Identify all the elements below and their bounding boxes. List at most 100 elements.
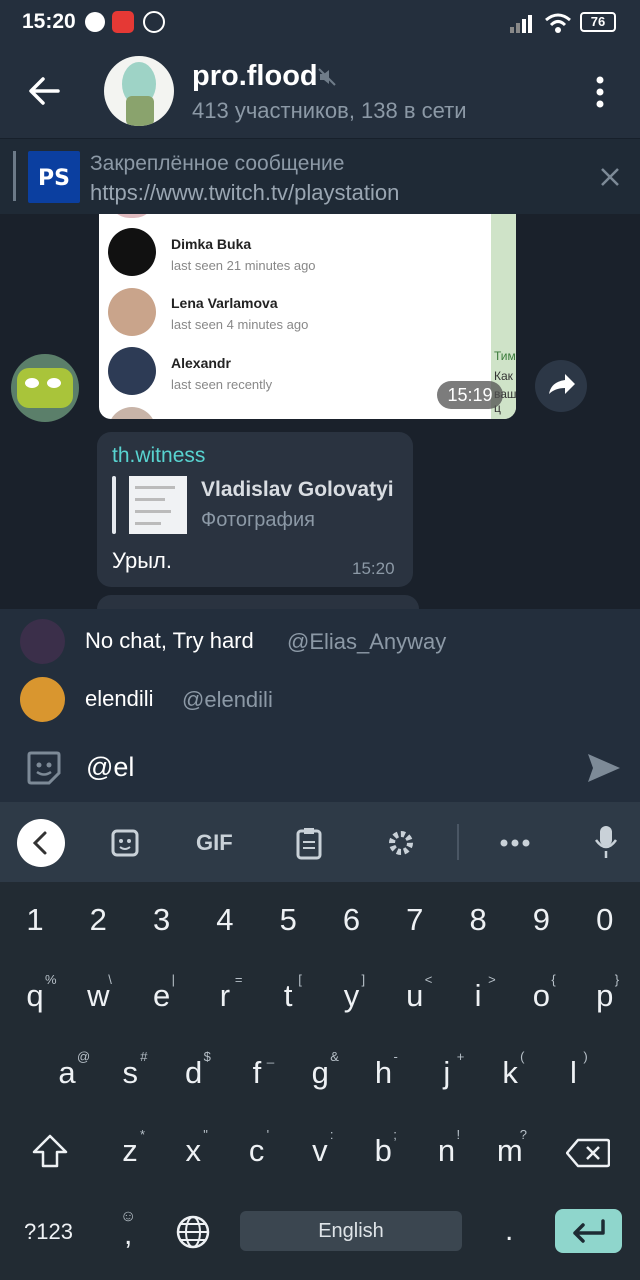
- key-r[interactable]: r: [195, 978, 255, 1014]
- keyboard-toolbar: GIF: [0, 802, 640, 882]
- key-alt-symbol: %: [45, 972, 57, 987]
- key-1[interactable]: 1: [5, 902, 65, 938]
- message-list[interactable]: Тим Как ваш ц Dimka Buka last seen 21 mi…: [0, 214, 640, 609]
- key-alt-symbol: -: [393, 1049, 398, 1064]
- key-alt-symbol: {: [551, 972, 556, 987]
- key-7[interactable]: 7: [385, 902, 445, 938]
- more-options-icon[interactable]: [594, 76, 606, 108]
- key-l[interactable]: l: [543, 1055, 603, 1091]
- key-g[interactable]: g: [290, 1055, 350, 1091]
- chat-header: pro.flood 413 участников, 138 в сети: [0, 46, 640, 138]
- key-3[interactable]: 3: [132, 902, 192, 938]
- key-w[interactable]: w: [68, 978, 128, 1014]
- contact-name: Lena Varlamova: [171, 295, 278, 311]
- key-v[interactable]: v: [290, 1133, 350, 1169]
- pinned-link[interactable]: https://www.twitch.tv/playstation: [90, 180, 399, 206]
- symbols-key[interactable]: ?123: [24, 1219, 73, 1245]
- forward-button[interactable]: [535, 360, 587, 412]
- gear-icon[interactable]: [386, 828, 416, 858]
- enter-icon: [573, 1219, 605, 1243]
- key-o[interactable]: o: [511, 978, 571, 1014]
- space-key[interactable]: English: [240, 1211, 462, 1251]
- key-b[interactable]: b: [353, 1133, 413, 1169]
- quote-thumbnail: [129, 476, 187, 534]
- message-author[interactable]: th.witness: [112, 444, 205, 468]
- key-h[interactable]: h: [354, 1055, 414, 1091]
- send-icon[interactable]: [586, 752, 622, 784]
- key-alt-symbol: &: [330, 1049, 339, 1064]
- message-input-bar: @el: [0, 732, 640, 802]
- key-2[interactable]: 2: [68, 902, 128, 938]
- key-s[interactable]: s: [100, 1055, 160, 1091]
- contact-avatar: [108, 288, 156, 336]
- chat-subtitle: 413 участников, 138 в сети: [192, 98, 467, 123]
- clipboard-icon[interactable]: [295, 826, 323, 860]
- globe-icon[interactable]: [175, 1214, 211, 1250]
- chat-title[interactable]: pro.flood: [192, 60, 318, 93]
- collapse-button[interactable]: [17, 819, 65, 867]
- message-input[interactable]: @el: [86, 752, 134, 783]
- key-0[interactable]: 0: [575, 902, 635, 938]
- key-alt-symbol: @: [77, 1049, 91, 1064]
- mention-item[interactable]: elendili @elendili: [0, 669, 640, 727]
- key-z[interactable]: z: [100, 1133, 160, 1169]
- message-bubble[interactable]: [97, 595, 419, 609]
- period-key[interactable]: .: [505, 1214, 513, 1248]
- key-8[interactable]: 8: [448, 902, 508, 938]
- backspace-icon[interactable]: [566, 1138, 610, 1168]
- pinned-message[interactable]: PS Закреплённое сообщение https://www.tw…: [0, 138, 640, 215]
- microphone-icon[interactable]: [594, 824, 618, 860]
- pinned-label: Закреплённое сообщение: [90, 152, 345, 175]
- quoted-author: Vladislav Golovatyi: [201, 478, 394, 501]
- reply-message[interactable]: th.witness Vladislav Golovatyi Фотографи…: [97, 432, 413, 587]
- key-m[interactable]: m: [480, 1133, 540, 1169]
- key-x[interactable]: x: [163, 1133, 223, 1169]
- muted-icon: [318, 68, 336, 86]
- mention-item[interactable]: No chat, Try hard @Elias_Anyway: [0, 611, 640, 669]
- mention-username: @elendili: [182, 687, 273, 712]
- key-d[interactable]: d: [164, 1055, 224, 1091]
- close-icon[interactable]: [600, 167, 620, 187]
- key-f[interactable]: f: [227, 1055, 287, 1091]
- key-alt-symbol: :: [329, 1127, 334, 1142]
- chevron-left-icon: [32, 831, 47, 855]
- photo-side-text: Как: [494, 369, 513, 383]
- more-icon[interactable]: [500, 838, 530, 848]
- user-avatar: [20, 619, 65, 664]
- key-c[interactable]: c: [227, 1133, 287, 1169]
- shift-icon[interactable]: [31, 1133, 69, 1169]
- user-avatar: [20, 677, 65, 722]
- key-6[interactable]: 6: [322, 902, 382, 938]
- gif-button[interactable]: GIF: [196, 830, 233, 856]
- keyboard: ?123 ☺ , English . 1 2 3 4 5 6 7 8 9 0 q% w \ e | r = t[y…: [0, 882, 640, 1280]
- back-arrow-icon[interactable]: [28, 76, 60, 106]
- key-4[interactable]: 4: [195, 902, 255, 938]
- key-alt-symbol: ": [203, 1127, 208, 1142]
- enter-key[interactable]: [555, 1209, 622, 1253]
- key-y[interactable]: y: [322, 978, 382, 1014]
- notification-icon: [85, 12, 105, 32]
- sticker-icon[interactable]: [110, 828, 140, 858]
- key-alt-symbol: ': [266, 1127, 270, 1142]
- sender-avatar[interactable]: [11, 354, 79, 422]
- key-alt-symbol: _: [266, 1049, 275, 1064]
- contact-avatar: [108, 407, 156, 419]
- key-n[interactable]: n: [417, 1133, 477, 1169]
- group-avatar[interactable]: [104, 56, 174, 126]
- key-k[interactable]: k: [480, 1055, 540, 1091]
- contact-status: last seen recently: [171, 377, 273, 392]
- key-5[interactable]: 5: [258, 902, 318, 938]
- contact-avatar: [108, 214, 156, 218]
- comma-key[interactable]: ,: [124, 1218, 132, 1252]
- key-p[interactable]: p: [575, 978, 635, 1014]
- key-9[interactable]: 9: [511, 902, 571, 938]
- app-notification-icon: [112, 11, 134, 33]
- key-u[interactable]: u: [385, 978, 445, 1014]
- key-t[interactable]: t: [258, 978, 318, 1014]
- sticker-icon[interactable]: [25, 749, 63, 787]
- status-time: 15:20: [22, 10, 76, 33]
- key-e[interactable]: e: [132, 978, 192, 1014]
- key-i[interactable]: i: [448, 978, 508, 1014]
- key-alt-symbol: !: [456, 1127, 461, 1142]
- key-j[interactable]: j: [417, 1055, 477, 1091]
